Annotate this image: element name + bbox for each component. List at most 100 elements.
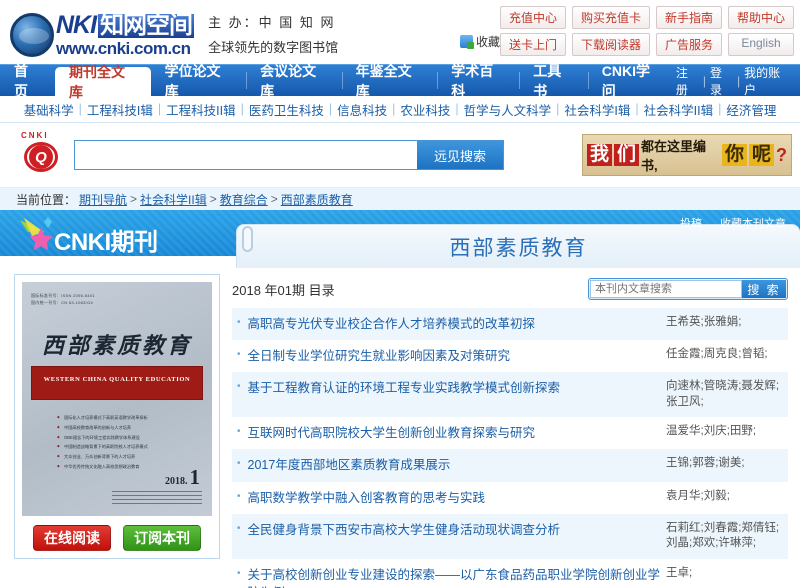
nav-item-yearbooks[interactable]: 年鉴全文库 <box>342 65 438 96</box>
cover-highlight-item: 大众创业、万众创新背景下的人才培养 <box>57 452 203 462</box>
table-row[interactable]: • 2017年度西部地区素质教育成果展示 王锦;郭蓉;谢美; <box>232 449 788 481</box>
cover-action-buttons: 在线阅读 订阅本刊 <box>22 516 212 551</box>
breadcrumb-item-social-science-ii[interactable]: 社会科学II辑 <box>140 191 207 208</box>
category-engineering-ii[interactable]: 工程科技II辑 <box>166 100 235 119</box>
nav-item-encyclopedia[interactable]: 学术百科 <box>437 65 519 96</box>
top-button-group: 充值中心 购买充值卡 新手指南 帮助中心 送卡上门 下载阅读器 广告服务 Eng… <box>500 6 794 56</box>
cover-year: 2018. <box>165 476 188 487</box>
article-title[interactable]: 高职高专光伏专业校企合作人才培养模式的改革初探 <box>248 315 666 333</box>
category-information-tech[interactable]: 信息科技 <box>337 100 387 119</box>
category-sep-5: | <box>392 102 395 116</box>
ad-word-6: ? <box>776 145 787 166</box>
site-logo[interactable]: NKI 知网空间 www.cnki.com.cn <box>10 6 194 64</box>
nav-separator-1: | <box>703 74 706 88</box>
journal-brand-label: CNKI期刊 <box>54 222 158 257</box>
nav-item-journals[interactable]: 期刊全文库 <box>55 67 151 96</box>
article-title[interactable]: 基于工程教育认证的环境工程专业实践教学模式创新探索 <box>248 379 666 397</box>
catalog-title: 2018 年01期 目录 <box>232 280 335 299</box>
cover-issn-line1: 国际标准刊号：ISSN 2095-6401 <box>31 292 203 299</box>
category-philosophy-humanities[interactable]: 哲学与人文科学 <box>464 100 552 119</box>
article-title[interactable]: 2017年度西部地区素质教育成果展示 <box>248 456 666 474</box>
submit-manuscript-link[interactable]: 投稿 <box>680 215 702 231</box>
topbtn-buy-card[interactable]: 购买充值卡 <box>572 6 650 29</box>
journal-banner: CNKI期刊 投稿 收藏本刊文章 西部素质教育 <box>0 210 800 268</box>
nav-item-conferences[interactable]: 会议论文库 <box>246 65 342 96</box>
category-social-science-i[interactable]: 社会科学I辑 <box>564 100 630 119</box>
article-authors: 任金霞;周克良;曾韬; <box>666 347 784 363</box>
nav-item-cnki-scholar[interactable]: CNKI学问 <box>588 65 676 96</box>
category-medicine[interactable]: 医药卫生科技 <box>249 100 324 119</box>
journal-search-box: 搜 索 <box>588 278 788 300</box>
subscribe-button[interactable]: 订阅本刊 <box>123 525 201 551</box>
bookmark-icon <box>460 35 473 48</box>
article-list: • 高职高专光伏专业校企合作人才培养模式的改革初探 王希英;张雅娟; • 全日制… <box>232 308 788 588</box>
nav-my-account-link[interactable]: 我的账户 <box>744 64 790 98</box>
category-sep-6: | <box>455 102 458 116</box>
nav-separator-2: | <box>737 74 740 88</box>
cover-highlight-item: 国际化人才培养模式下高职英语教学改革探析 <box>57 413 203 423</box>
topbtn-download-reader[interactable]: 下载阅读器 <box>572 33 650 56</box>
cover-highlight-item: 中国高校教育改革的创新与人才培养 <box>57 423 203 433</box>
category-engineering-i[interactable]: 工程科技I辑 <box>87 100 153 119</box>
category-social-science-ii[interactable]: 社会科学II辑 <box>644 100 713 119</box>
cover-highlight-list: 国际化人才培养模式下高职英语教学改革探析 中国高校教育改革的创新与人才培养 OB… <box>31 413 203 471</box>
category-sep-8: | <box>635 102 638 116</box>
globe-icon <box>10 13 54 57</box>
search-button[interactable]: 远见搜索 <box>417 141 503 169</box>
cnki-seal-label: CNKI <box>21 131 49 140</box>
bullet-icon: • <box>237 456 241 471</box>
bullet-icon: • <box>237 424 241 439</box>
table-row[interactable]: • 高职高专光伏专业校企合作人才培养模式的改革初探 王希英;张雅娟; <box>232 308 788 340</box>
topbtn-help-center[interactable]: 帮助中心 <box>728 6 794 29</box>
nav-item-reference-books[interactable]: 工具书 <box>519 65 588 96</box>
favorite-journal-link[interactable]: 收藏本刊文章 <box>720 215 786 231</box>
breadcrumb-item-education[interactable]: 教育综合 <box>220 191 268 208</box>
nav-register-link[interactable]: 注册 <box>676 64 699 98</box>
category-agriculture[interactable]: 农业科技 <box>400 100 450 119</box>
left-sidebar: 国际标准刊号：ISSN 2095-6401 国内统一刊号：CN 63-1083/… <box>0 268 228 567</box>
journal-cover-image[interactable]: 国际标准刊号：ISSN 2095-6401 国内统一刊号：CN 63-1083/… <box>22 282 212 516</box>
category-sep-7: | <box>556 102 559 116</box>
table-row[interactable]: • 基于工程教育认证的环境工程专业实践教学模式创新探索 向速林;管晓涛;聂发辉;… <box>232 372 788 417</box>
article-authors: 温爱华;刘庆;田野; <box>666 424 784 440</box>
article-title[interactable]: 互联网时代高职院校大学生创新创业教育探索与研究 <box>248 424 666 442</box>
topbtn-card-delivery[interactable]: 送卡上门 <box>500 33 566 56</box>
article-authors: 王锦;郭蓉;谢美; <box>666 456 784 472</box>
nav-item-home[interactable]: 首页 <box>0 65 55 96</box>
journal-search-button[interactable]: 搜 索 <box>742 280 786 298</box>
ad-banner[interactable]: 我 们 都在这里编书, 你 呢 ? <box>582 134 792 176</box>
breadcrumb-item-journal-nav[interactable]: 期刊导航 <box>79 191 127 208</box>
page-title: 西部素质教育 <box>450 232 588 262</box>
breadcrumb-sep-2: > <box>210 192 217 206</box>
topbtn-ad-service[interactable]: 广告服务 <box>656 33 722 56</box>
cover-highlight-item: OBE理念下的环境工程实践教学体系建设 <box>57 433 203 443</box>
nav-login-link[interactable]: 登录 <box>710 64 733 98</box>
journal-search-input[interactable] <box>590 280 742 298</box>
topbtn-recharge-center[interactable]: 充值中心 <box>500 6 566 29</box>
table-row[interactable]: • 关于高校创新创业专业建设的探索——以广东食品药品职业学院创新创业学院为例 王… <box>232 559 788 588</box>
table-row[interactable]: • 互联网时代高职院校大学生创新创业教育探索与研究 温爱华;刘庆;田野; <box>232 417 788 449</box>
article-title[interactable]: 高职数学教学中融入创客教育的思考与实践 <box>248 489 666 507</box>
nav-item-dissertations[interactable]: 学位论文库 <box>151 65 247 96</box>
search-input[interactable] <box>75 141 417 169</box>
topbtn-beginner-guide[interactable]: 新手指南 <box>656 6 722 29</box>
article-authors: 石莉红;刘春霞;郑倩钰;刘晶;郑欢;许琳萍; <box>666 521 784 552</box>
ad-word-2: 们 <box>614 144 639 166</box>
category-economics-management[interactable]: 经济管理 <box>726 100 776 119</box>
organizer-info: 主 办：中 国 知 网 全球领先的数字图书馆 <box>208 6 338 64</box>
category-basic-science[interactable]: 基础科学 <box>24 100 74 119</box>
table-row[interactable]: • 高职数学教学中融入创客教育的思考与实践 袁月华;刘毅; <box>232 482 788 514</box>
article-title[interactable]: 关于高校创新创业专业建设的探索——以广东食品药品职业学院创新创业学院为例 <box>248 566 666 588</box>
cnki-seal-letter: Q <box>29 145 53 169</box>
breadcrumb-item-journal-name[interactable]: 西部素质教育 <box>281 191 353 208</box>
topbtn-english[interactable]: English <box>728 33 794 56</box>
article-title[interactable]: 全日制专业学位研究生就业影响因素及对策研究 <box>248 347 666 365</box>
cover-issue-label: 2018.1 <box>165 465 200 490</box>
table-row[interactable]: • 全民健身背景下西安市高校大学生健身活动现状调查分析 石莉红;刘春霞;郑倩钰;… <box>232 514 788 559</box>
cover-title: 西部素质教育 <box>31 328 203 360</box>
article-title[interactable]: 全民健身背景下西安市高校大学生健身活动现状调查分析 <box>248 521 666 539</box>
online-read-button[interactable]: 在线阅读 <box>33 525 111 551</box>
logo-zhiwang-text: 知网空间 <box>98 14 194 38</box>
table-row[interactable]: • 全日制专业学位研究生就业影响因素及对策研究 任金霞;周克良;曾韬; <box>232 340 788 372</box>
article-authors: 袁月华;刘毅; <box>666 489 784 505</box>
